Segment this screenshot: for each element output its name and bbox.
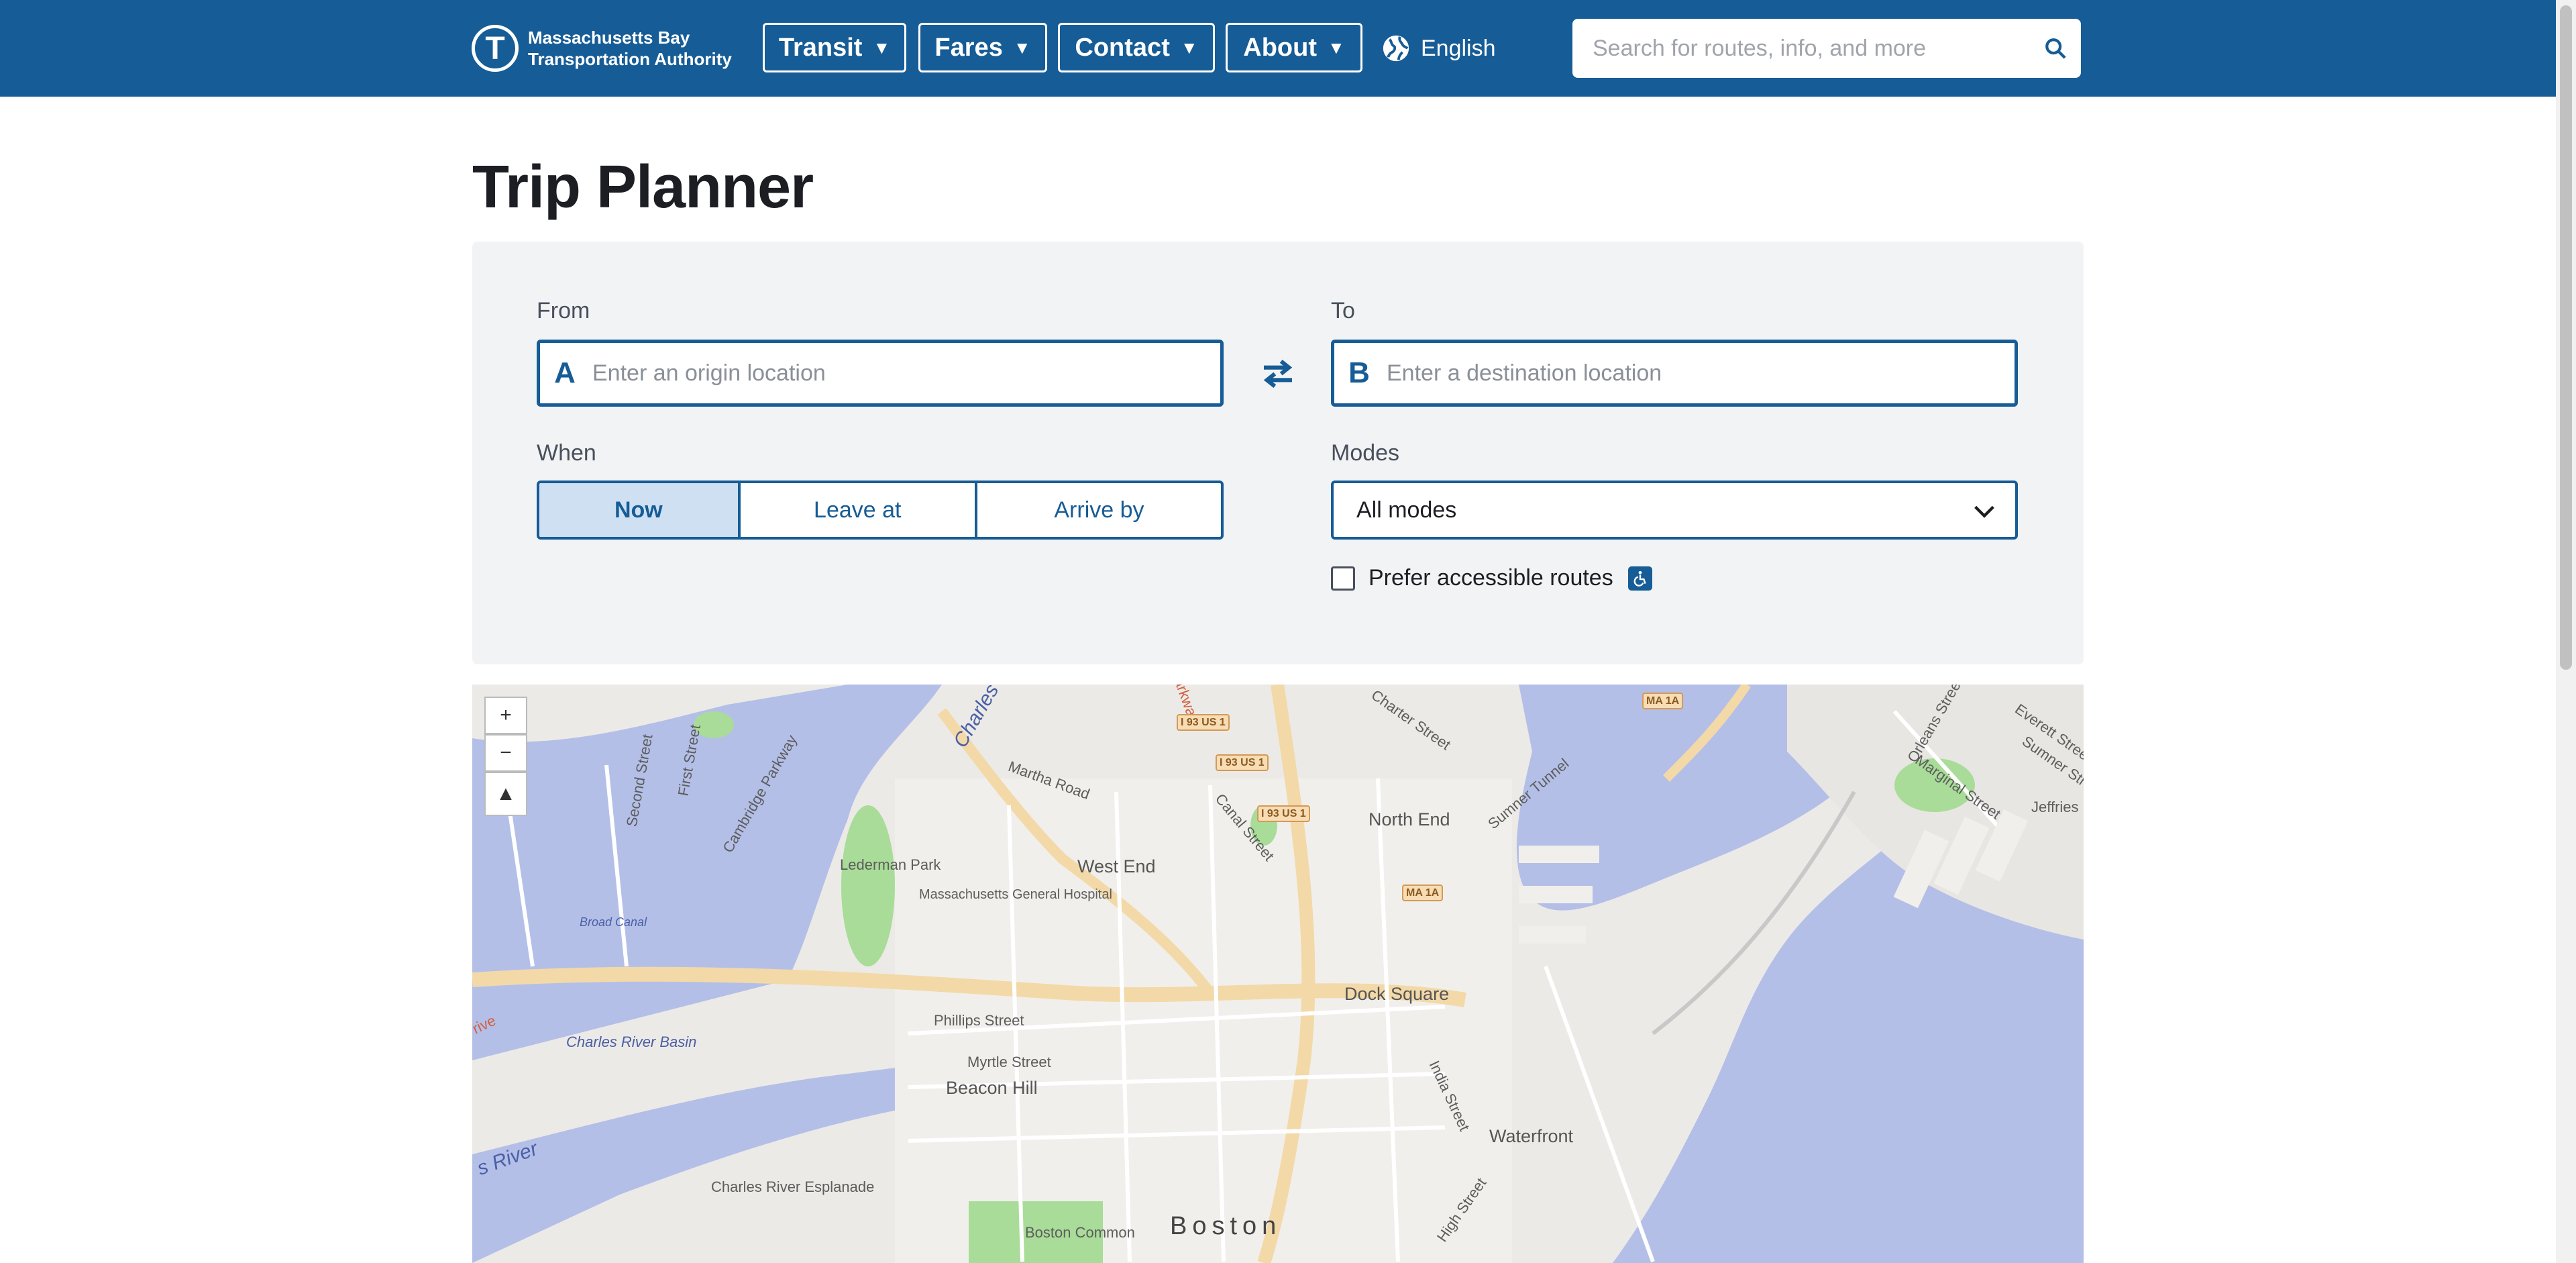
- logo-line-1: Massachusetts Bay: [528, 28, 690, 48]
- accessible-routes-option: Prefer accessible routes: [1331, 565, 1652, 591]
- chevron-down-icon[interactable]: [1971, 498, 1998, 525]
- map-label-boston: Boston: [1170, 1212, 1282, 1240]
- map-label-beacon-hill: Beacon Hill: [946, 1078, 1038, 1098]
- when-label: When: [537, 440, 596, 466]
- trip-planner-map[interactable]: Charles River Basin Broad Canal Lederman…: [472, 685, 2084, 1263]
- when-arrive-by-button[interactable]: Arrive by: [977, 483, 1221, 537]
- nav-contact-label: Contact: [1075, 33, 1170, 62]
- map-label-mgh: Massachusetts General Hospital: [919, 887, 1112, 902]
- caret-down-icon: ▼: [873, 37, 891, 58]
- map-label-charles-river-basin: Charles River Basin: [566, 1033, 697, 1050]
- destination-input[interactable]: [1384, 343, 2015, 403]
- map-label-broad-canal: Broad Canal: [580, 915, 647, 929]
- modes-select[interactable]: All modes: [1331, 481, 2018, 540]
- mbta-logo-link[interactable]: T Massachusetts Bay Transportation Autho…: [472, 0, 732, 97]
- map-tiles: [472, 685, 2084, 1263]
- nav-about-button[interactable]: About ▼: [1226, 23, 1362, 72]
- scrollbar-thumb[interactable]: [2560, 5, 2572, 670]
- map-reset-bearing-button[interactable]: ▲: [484, 772, 527, 816]
- from-label: From: [537, 298, 590, 323]
- highway-shield-i93: I 93 US 1: [1257, 805, 1310, 822]
- search-button[interactable]: [2030, 19, 2081, 78]
- accessible-routes-label: Prefer accessible routes: [1368, 565, 1613, 591]
- nav-transit-label: Transit: [778, 33, 863, 62]
- map-label-charles-river-esplanade: Charles River Esplanade: [711, 1178, 875, 1195]
- from-field: A: [537, 340, 1224, 407]
- logo-text: Massachusetts Bay Transportation Authori…: [528, 27, 732, 70]
- minus-icon: −: [500, 742, 512, 764]
- map-label-jeffries: Jeffries: [2031, 799, 2079, 815]
- language-selector[interactable]: English: [1381, 30, 1496, 67]
- origin-a-marker: A: [554, 356, 576, 389]
- caret-down-icon: ▼: [1180, 37, 1198, 58]
- site-header: T Massachusetts Bay Transportation Autho…: [0, 0, 2556, 97]
- nav-contact-button[interactable]: Contact ▼: [1058, 23, 1215, 72]
- highway-shield-i93: I 93 US 1: [1177, 714, 1230, 731]
- globe-icon: [1383, 35, 1409, 62]
- map-label-dock-square: Dock Square: [1344, 984, 1450, 1004]
- to-label: To: [1331, 298, 1355, 323]
- highway-shield-ma1a: MA 1A: [1642, 693, 1684, 709]
- search-icon: [2045, 38, 2066, 59]
- trip-planner-form: [472, 242, 2084, 664]
- destination-b-marker: B: [1348, 356, 1370, 389]
- caret-down-icon: ▼: [1013, 37, 1031, 58]
- to-field: B: [1331, 340, 2018, 407]
- map-label-west-end: West End: [1077, 856, 1156, 876]
- map-zoom-out-button[interactable]: −: [484, 734, 527, 772]
- nav-transit-button[interactable]: Transit ▼: [763, 23, 906, 72]
- nav-fares-label: Fares: [934, 33, 1003, 62]
- map-label-myrtle-street: Myrtle Street: [967, 1054, 1051, 1070]
- nav-about-label: About: [1243, 33, 1317, 62]
- logo-line-2: Transportation Authority: [528, 49, 732, 69]
- modes-value: All modes: [1356, 497, 1457, 523]
- page-title: Trip Planner: [472, 154, 814, 221]
- highway-shield-i93: I 93 US 1: [1216, 754, 1269, 771]
- nav-fares-button[interactable]: Fares ▼: [918, 23, 1047, 72]
- when-now-button[interactable]: Now: [539, 483, 741, 537]
- map-label-lederman-park: Lederman Park: [840, 856, 941, 873]
- origin-input[interactable]: [590, 343, 1220, 403]
- caret-down-icon: ▼: [1328, 37, 1345, 58]
- highway-shield-ma1a: MA 1A: [1402, 885, 1444, 901]
- when-leave-at-button[interactable]: Leave at: [741, 483, 977, 537]
- accessible-routes-checkbox[interactable]: [1331, 566, 1355, 591]
- language-label: English: [1421, 35, 1496, 61]
- modes-label: Modes: [1331, 440, 1400, 466]
- map-zoom-in-button[interactable]: +: [484, 697, 527, 734]
- map-label-waterfront: Waterfront: [1489, 1126, 1574, 1146]
- compass-icon: ▲: [496, 782, 516, 805]
- map-label-boston-common: Boston Common: [1025, 1224, 1135, 1241]
- site-search: [1572, 19, 2081, 78]
- swap-locations-button[interactable]: [1254, 349, 1301, 399]
- page-scrollbar[interactable]: [2556, 0, 2576, 1263]
- map-label-phillips-street: Phillips Street: [934, 1012, 1024, 1029]
- swap-arrows-icon: [1263, 359, 1293, 389]
- mbta-t-logo-icon: T: [472, 25, 519, 72]
- site-search-input[interactable]: [1572, 19, 2030, 78]
- wheelchair-icon: [1627, 566, 1652, 591]
- when-options: Now Leave at Arrive by: [537, 481, 1224, 540]
- map-label-north-end: North End: [1368, 809, 1450, 829]
- plus-icon: +: [500, 704, 512, 726]
